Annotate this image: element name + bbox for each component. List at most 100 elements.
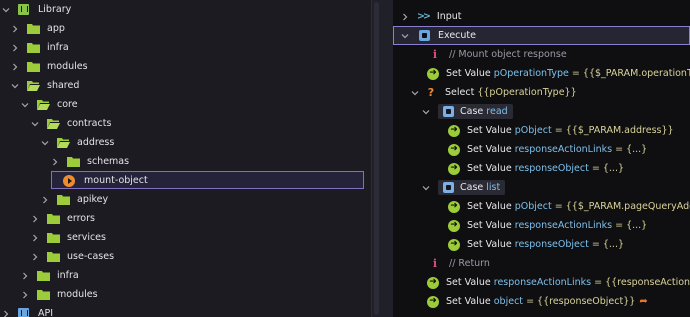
- tree-item-infra[interactable]: infra: [19, 266, 79, 285]
- tree-label: apikey: [77, 194, 109, 205]
- flow-case-read-row[interactable]: Case read: [420, 102, 513, 121]
- chevron-down-icon[interactable]: [39, 133, 51, 152]
- folder-icon: [47, 251, 60, 262]
- flow-comment-row[interactable]: i // Return: [429, 254, 490, 273]
- chevron-right-icon[interactable]: [39, 190, 51, 209]
- flow-comment-row[interactable]: i // Mount object response: [429, 45, 567, 64]
- variable-name: pOperationType: [493, 68, 569, 79]
- select-expression: {{pOperationType}}: [477, 87, 577, 98]
- expression: = {{responseActionLinks}}: [594, 277, 690, 288]
- chevron-right-icon[interactable]: [29, 228, 41, 247]
- chevron-down-icon[interactable]: [420, 102, 432, 121]
- chevron-right-icon[interactable]: [9, 38, 21, 57]
- scrollbar-thumb[interactable]: [374, 2, 379, 315]
- folder-icon: [27, 23, 40, 34]
- set-value-icon: ➜: [448, 200, 460, 213]
- folder-open-icon: [27, 80, 40, 91]
- tree-label: schemas: [87, 156, 130, 167]
- set-value-keyword: Set Value: [446, 68, 491, 79]
- tree-item-contracts[interactable]: contracts: [29, 114, 111, 133]
- tree-item-shared[interactable]: shared: [9, 76, 79, 95]
- chevron-right-icon[interactable]: [399, 7, 411, 26]
- folder-icon: [47, 232, 60, 243]
- chevron-right-icon[interactable]: [29, 209, 41, 228]
- flow-set-value-row[interactable]: ➜ Set Value responseActionLinks = {...}: [448, 216, 647, 235]
- tree-item-infra[interactable]: infra: [9, 38, 69, 57]
- flow-set-value-row[interactable]: ➜ Set Value responseObject = {...}: [448, 235, 624, 254]
- set-value-keyword: Set Value: [467, 144, 512, 155]
- expression: = {{$_PARAM.pageQueryAddresses}}: [554, 201, 690, 212]
- chevron-down-icon[interactable]: [9, 76, 21, 95]
- flow-set-value-row[interactable]: ➜ Set Value pObject = {{$_PARAM.pageQuer…: [448, 197, 690, 216]
- case-box: Case list: [438, 180, 506, 195]
- folder-icon: [47, 213, 60, 224]
- set-value-icon: ➜: [427, 67, 439, 80]
- flow-input-row[interactable]: >> Input: [399, 7, 462, 26]
- tree-item-apikey[interactable]: apikey: [39, 190, 108, 209]
- chevron-down-icon[interactable]: [399, 26, 411, 45]
- chevron-right-icon[interactable]: [49, 152, 61, 171]
- flow-set-value-row[interactable]: ➜ Set Value pObject = {{$_PARAM.address}…: [448, 121, 674, 140]
- flow-set-value-row[interactable]: ➜ Set Value responseObject = {...}: [448, 159, 624, 178]
- set-value-keyword: Set Value: [467, 201, 512, 212]
- chevron-right-icon[interactable]: [0, 304, 12, 317]
- set-value-icon: ➜: [427, 276, 439, 289]
- tree-item-mount-object[interactable]: mount-object: [57, 171, 148, 190]
- chevron-down-icon[interactable]: [19, 95, 31, 114]
- chevron-down-icon[interactable]: [420, 178, 432, 197]
- tree-item-schemas[interactable]: schemas: [49, 152, 129, 171]
- case-box: Case read: [438, 104, 513, 119]
- tree-label: modules: [47, 61, 88, 72]
- folder-open-icon: [47, 118, 60, 129]
- expression: = {{$_PARAM.operationType}}: [571, 68, 690, 79]
- folder-icon: [67, 156, 80, 167]
- set-value-keyword: Set Value: [467, 163, 512, 174]
- flow-execute-row[interactable]: Execute: [399, 26, 476, 45]
- tree-label: core: [57, 99, 78, 110]
- expression: = {...}: [615, 144, 648, 155]
- tree-label: infra: [57, 270, 79, 281]
- expression: = {...}: [591, 239, 625, 250]
- tree-item-use-cases[interactable]: use-cases: [29, 247, 114, 266]
- folder-icon: [27, 42, 40, 53]
- set-value-icon: ➜: [427, 295, 439, 308]
- tree-item-errors[interactable]: errors: [29, 209, 95, 228]
- tree-label: API: [38, 308, 54, 317]
- set-value-icon: ➜: [448, 162, 460, 175]
- chevron-right-icon[interactable]: [19, 266, 31, 285]
- case-value: read: [486, 106, 508, 117]
- expression: = {...}: [591, 163, 625, 174]
- tree-item-modules[interactable]: modules: [9, 57, 88, 76]
- variable-name: responseObject: [514, 239, 589, 250]
- tree-item-api[interactable]: API: [0, 304, 53, 317]
- tree-item-services[interactable]: services: [29, 228, 106, 247]
- chevron-right-icon[interactable]: [19, 285, 31, 304]
- comment-text: // Return: [449, 258, 490, 269]
- info-icon: i: [432, 48, 438, 61]
- chevron-right-icon[interactable]: [9, 57, 21, 76]
- tree-item-app[interactable]: app: [9, 19, 65, 38]
- set-value-keyword: Set Value: [446, 277, 491, 288]
- tree-item-core[interactable]: core: [19, 95, 78, 114]
- case-icon: [443, 182, 454, 193]
- input-label: Input: [436, 11, 462, 22]
- chevron-down-icon[interactable]: [0, 0, 12, 19]
- tree-root-library[interactable]: Library: [0, 0, 71, 19]
- variable-name: responseActionLinks: [514, 144, 613, 155]
- flow-set-value-row[interactable]: ➜ Set Value responseActionLinks = {...}: [448, 140, 647, 159]
- variable-name: pObject: [514, 201, 552, 212]
- flow-set-value-row[interactable]: ➜ Set Value pOperationType = {{$_PARAM.o…: [427, 64, 690, 83]
- chevron-down-icon[interactable]: [29, 114, 41, 133]
- tree-item-modules[interactable]: modules: [19, 285, 98, 304]
- flow-case-list-row[interactable]: Case list: [420, 178, 506, 197]
- folder-icon: [37, 289, 50, 300]
- tree-label: use-cases: [67, 251, 115, 262]
- tree-item-address[interactable]: address: [39, 133, 114, 152]
- chevron-right-icon[interactable]: [9, 19, 21, 38]
- flow-select-row[interactable]: ? Select {{pOperationType}}: [409, 83, 577, 102]
- flow-set-value-row[interactable]: ➜ Set Value responseActionLinks = {{resp…: [427, 273, 690, 292]
- chevron-right-icon[interactable]: [29, 247, 41, 266]
- chevron-down-icon[interactable]: [409, 83, 421, 102]
- flow-set-value-row[interactable]: ➜ Set Value object = {{responseObject}} …: [427, 292, 648, 311]
- tree-label: services: [67, 232, 106, 243]
